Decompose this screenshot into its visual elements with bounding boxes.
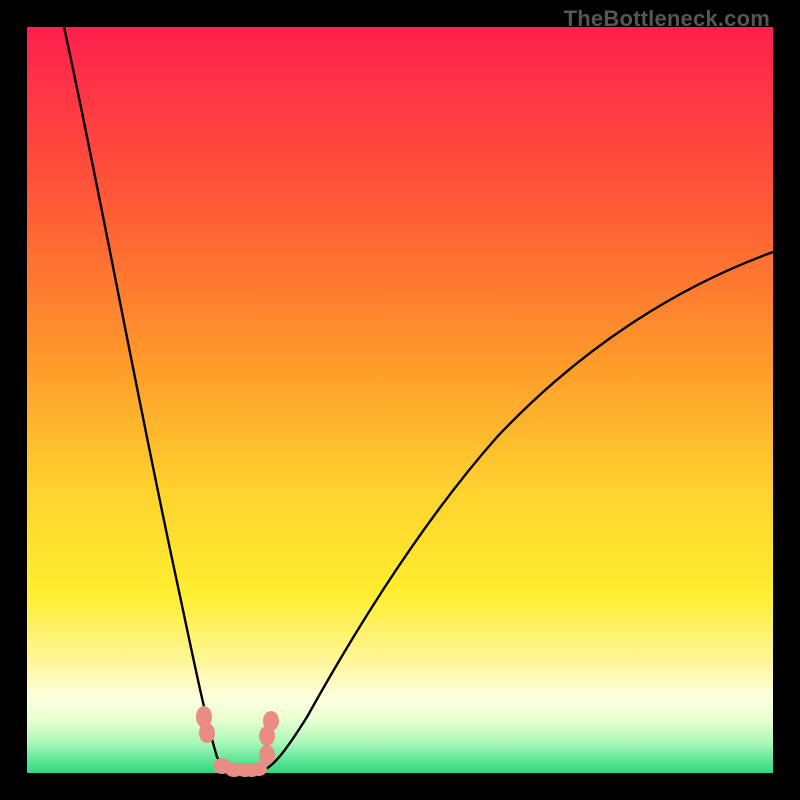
plot-area: [27, 27, 773, 773]
chart-frame: [27, 27, 773, 773]
salmon-markers: [196, 706, 279, 777]
bottleneck-curve: [27, 27, 773, 773]
watermark-text: TheBottleneck.com: [564, 6, 770, 32]
